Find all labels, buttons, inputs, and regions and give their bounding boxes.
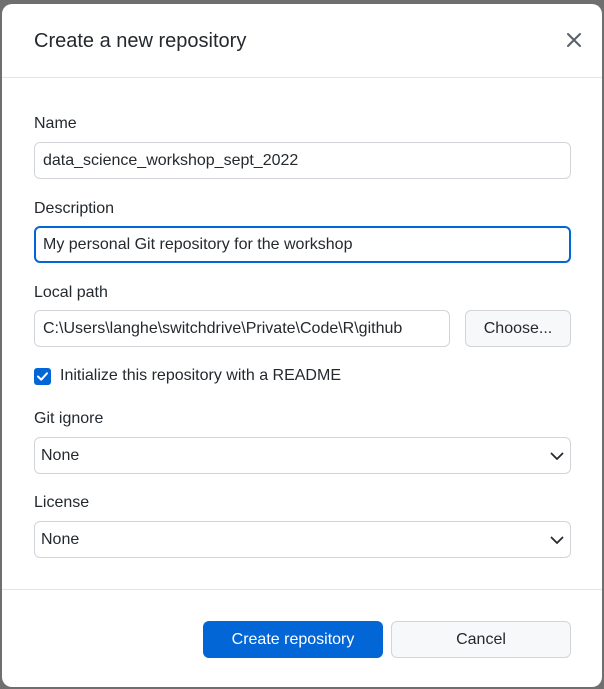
local-path-label: Local path bbox=[34, 284, 108, 301]
close-icon[interactable] bbox=[564, 30, 584, 50]
git-ignore-value: None bbox=[41, 447, 80, 464]
dialog-header: Create a new repository bbox=[2, 4, 602, 78]
git-ignore-label: Git ignore bbox=[34, 410, 104, 427]
chevron-down-icon bbox=[550, 536, 564, 544]
checkmark-icon bbox=[37, 371, 48, 381]
create-repository-button[interactable]: Create repository bbox=[203, 621, 383, 658]
dialog-title: Create a new repository bbox=[34, 30, 247, 52]
chevron-down-icon bbox=[550, 452, 564, 460]
readme-checkbox-label[interactable]: Initialize this repository with a README bbox=[60, 367, 341, 385]
readme-checkbox[interactable] bbox=[34, 367, 51, 385]
name-input[interactable]: data_science_workshop_sept_2022 bbox=[34, 142, 571, 179]
cancel-button[interactable]: Cancel bbox=[391, 621, 571, 658]
name-label: Name bbox=[34, 115, 77, 132]
dialog-footer: Create repository Cancel bbox=[2, 589, 602, 687]
license-label: License bbox=[34, 494, 90, 511]
git-ignore-select[interactable]: None bbox=[34, 437, 571, 474]
license-value: None bbox=[41, 531, 80, 548]
create-repository-dialog: Create a new repository Name data_scienc… bbox=[2, 4, 602, 687]
description-input[interactable]: My personal Git repository for the works… bbox=[34, 226, 571, 263]
description-label: Description bbox=[34, 200, 115, 217]
local-path-input[interactable]: C:\Users\langhe\switchdrive\Private\Code… bbox=[34, 310, 450, 347]
license-select[interactable]: None bbox=[34, 521, 571, 558]
readme-checkbox-row[interactable]: Initialize this repository with a README bbox=[34, 366, 341, 386]
choose-button[interactable]: Choose... bbox=[465, 310, 571, 347]
